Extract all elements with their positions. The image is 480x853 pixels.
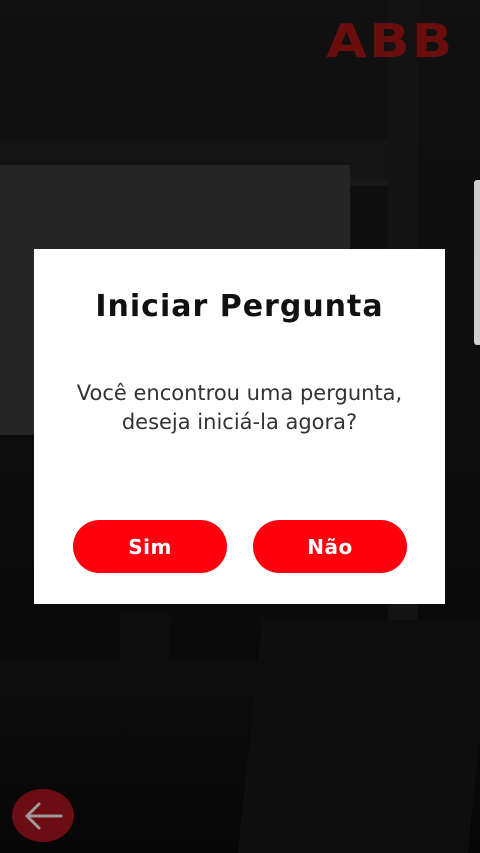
brand-logo: ABB xyxy=(326,14,455,68)
back-button[interactable] xyxy=(12,789,74,842)
no-button[interactable]: Não xyxy=(253,520,407,573)
dialog-message: Você encontrou uma pergunta, deseja inic… xyxy=(76,381,403,434)
yes-button[interactable]: Sim xyxy=(73,520,227,573)
side-drawer-handle[interactable] xyxy=(474,180,480,345)
dialog-title: Iniciar Pergunta xyxy=(95,289,384,324)
arrow-left-icon xyxy=(25,802,63,829)
start-question-dialog: Iniciar Pergunta Você encontrou uma perg… xyxy=(34,249,445,604)
